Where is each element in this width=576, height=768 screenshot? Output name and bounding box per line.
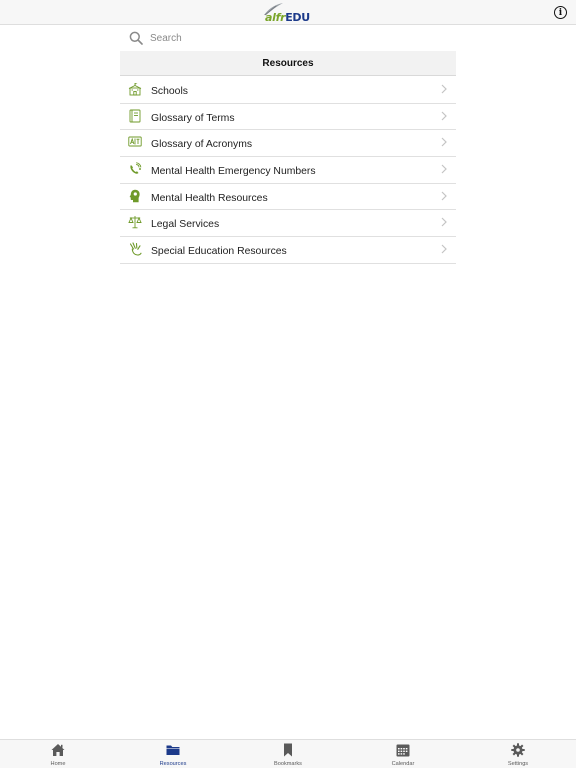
info-button[interactable]: i — [554, 6, 567, 19]
book-icon — [129, 109, 141, 123]
logo-alfr-text: alfr — [265, 11, 286, 24]
bookmark-icon — [284, 743, 292, 757]
hand-icon — [129, 242, 142, 256]
calendar-icon — [396, 744, 410, 757]
tab-resources[interactable]: Resources — [133, 742, 213, 768]
chevron-right-icon — [441, 218, 447, 227]
search-bar — [120, 26, 456, 50]
chevron-right-icon — [441, 164, 447, 174]
chevron-right-icon — [441, 191, 447, 201]
list-item-label: Mental Health Resources — [151, 192, 268, 204]
bottom-tab-bar: Home Resources Bookmarks Calendar Settin… — [0, 739, 576, 768]
logo-edu-text: EDU — [285, 11, 310, 24]
gear-icon — [511, 743, 525, 757]
search-input[interactable] — [150, 29, 450, 47]
acronym-icon — [128, 136, 142, 147]
list-item-glossary-of-terms[interactable]: Glossary of Terms — [120, 104, 456, 131]
tab-home[interactable]: Home — [18, 742, 98, 768]
folder-icon — [166, 745, 180, 755]
list-item-label: Glossary of Acronyms — [151, 139, 253, 151]
top-navigation-bar: alfrEDU i — [0, 0, 576, 25]
list-item-glossary-of-acronyms[interactable]: Glossary of Acronyms — [120, 130, 456, 158]
scales-icon — [128, 216, 142, 229]
tab-label: Settings — [507, 761, 529, 767]
chevron-right-icon — [441, 84, 447, 94]
tab-label: Bookmarks — [274, 761, 302, 767]
resources-list: Schools Glossary of Terms Glossary of Ac… — [120, 77, 456, 264]
list-item-schools[interactable]: Schools — [120, 77, 456, 104]
list-item-special-education-resources[interactable]: Special Education Resources — [120, 237, 456, 264]
list-item-label: Glossary of Terms — [151, 112, 235, 124]
list-item-legal-services[interactable]: Legal Services — [120, 210, 456, 238]
tab-calendar[interactable]: Calendar — [363, 742, 443, 768]
chevron-right-icon — [441, 137, 447, 147]
chevron-right-icon — [441, 111, 447, 121]
tab-label: Calendar — [391, 761, 415, 767]
list-item-label: Special Education Resources — [151, 246, 287, 258]
alfredu-logo: alfrEDU — [262, 2, 318, 24]
tab-settings[interactable]: Settings — [478, 742, 558, 768]
search-icon — [129, 31, 143, 45]
school-icon — [128, 83, 142, 96]
tab-bookmarks[interactable]: Bookmarks — [248, 742, 328, 768]
list-item-label: Legal Services — [151, 219, 220, 231]
logo-wordmark: alfrEDU — [265, 11, 310, 24]
list-item-label: Mental Health Emergency Numbers — [151, 166, 316, 178]
app-screen: alfrEDU i Resources — [0, 0, 576, 768]
list-item-label: Schools — [151, 86, 188, 97]
list-item-mental-health-emergency-numbers[interactable]: Mental Health Emergency Numbers — [120, 157, 456, 184]
section-title: Resources — [120, 51, 456, 76]
phone-emergency-icon — [130, 162, 142, 174]
list-item-mental-health-resources[interactable]: Mental Health Resources — [120, 184, 456, 211]
chevron-right-icon — [441, 244, 447, 254]
home-icon — [51, 744, 65, 756]
info-icon: i — [558, 7, 563, 18]
head-icon — [129, 189, 140, 202]
tab-label: Resources — [159, 761, 187, 767]
tab-label: Home — [50, 761, 66, 767]
